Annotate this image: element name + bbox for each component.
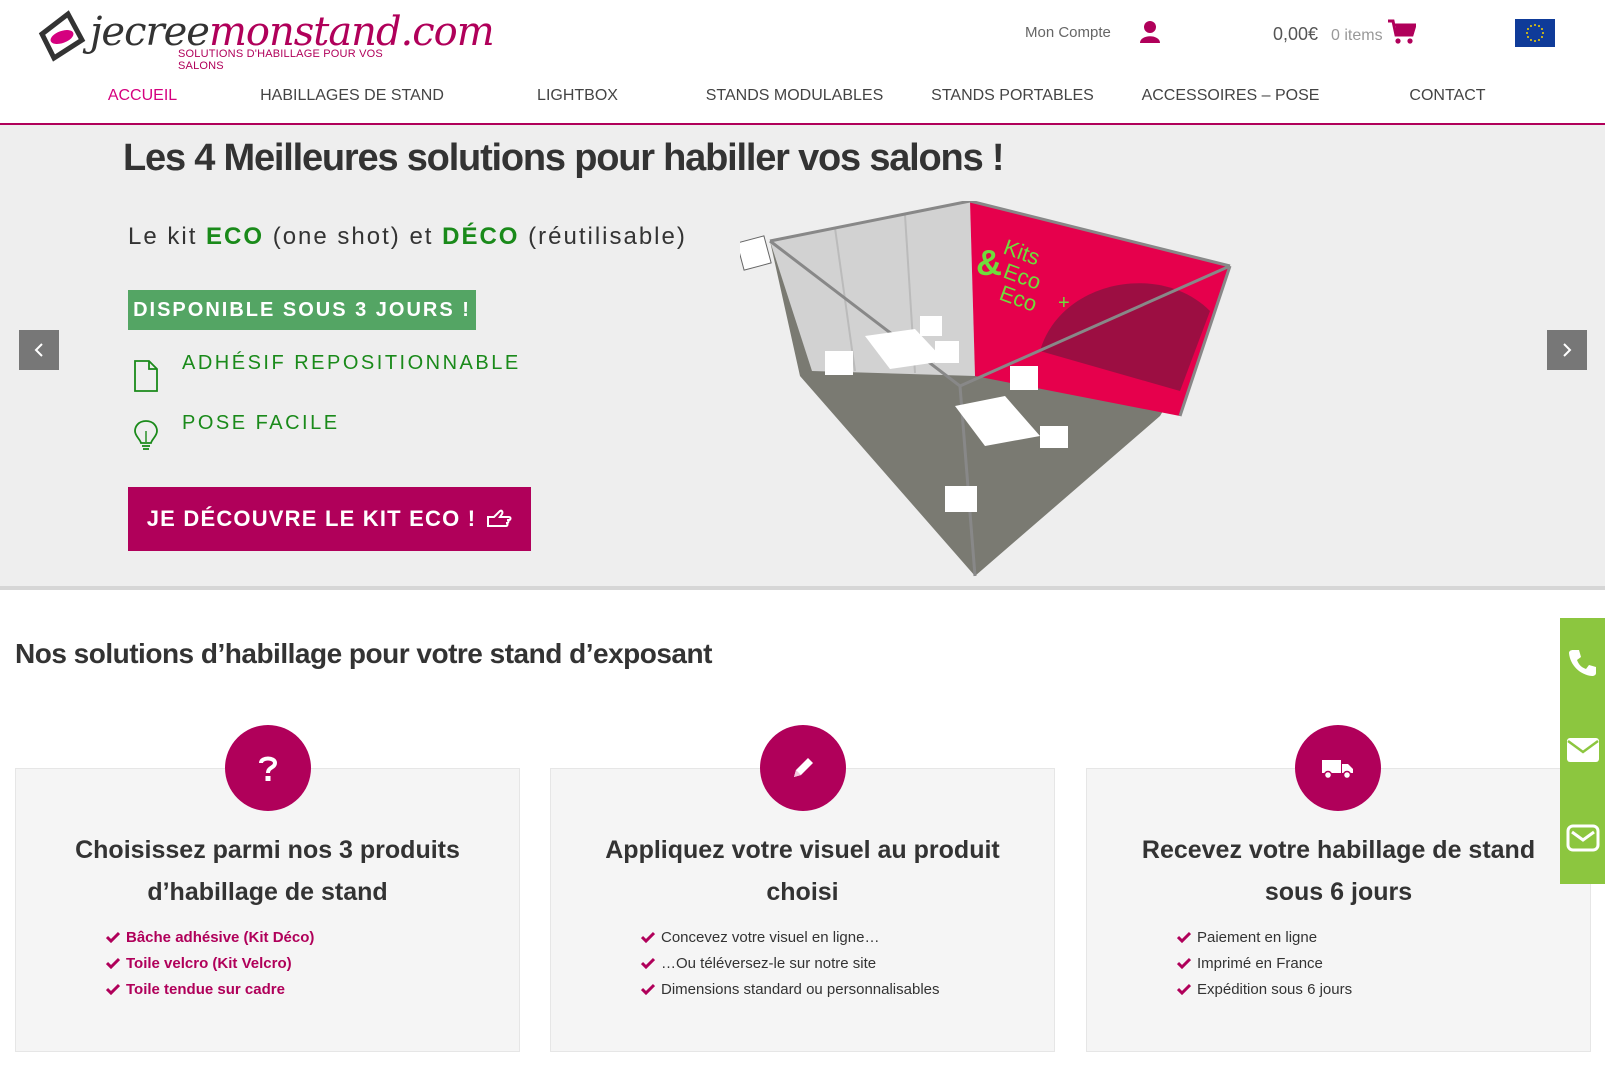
site-logo[interactable]: jecreemonstand.com SOLUTIONS D'HABILLAGE… [38, 8, 495, 72]
account-link[interactable]: Mon Compte [1025, 24, 1111, 41]
eu-flag-icon[interactable] [1515, 19, 1555, 47]
kit-line-part1: Le kit [128, 223, 207, 250]
email-button[interactable] [1560, 706, 1605, 794]
contact-side-bar [1560, 618, 1605, 884]
hero-kit-line: Le kit ECO (one shot) et DÉCO (réutilisa… [128, 223, 687, 251]
list-item-label[interactable]: Toile velcro (Kit Velcro) [126, 951, 292, 977]
check-icon [106, 983, 120, 995]
cart-icon[interactable] [1388, 19, 1416, 45]
stand-illustration: Kits Eco Eco & + [740, 201, 1232, 577]
phone-button[interactable] [1560, 618, 1605, 706]
check-icon [106, 957, 120, 969]
list-item-label: …Ou téléversez-le sur notre site [661, 955, 877, 972]
pencil-icon [794, 758, 813, 777]
check-icon [106, 931, 120, 943]
pencil-circle [760, 725, 846, 811]
nav-item-accessoires[interactable]: ACCESSOIRES – POSE [1123, 70, 1338, 122]
list-item-label: Dimensions standard ou personnalisables [661, 981, 940, 998]
feature-pose: POSE FACILE [182, 412, 340, 434]
question-icon [259, 756, 278, 781]
slider-next-button[interactable] [1547, 330, 1587, 370]
envelope-outline-icon [1566, 824, 1599, 852]
kit-eco-label: ECO [206, 223, 265, 250]
check-icon [641, 983, 655, 995]
truck-circle [1295, 725, 1381, 811]
kit-line-part3: (réutilisable) [519, 223, 687, 250]
wall-text-amp: & [976, 242, 1002, 283]
cart-items-count[interactable]: 0 items [1331, 27, 1383, 45]
check-icon [641, 931, 655, 943]
list-item-label: Concevez votre visuel en ligne… [661, 929, 880, 946]
chevron-left-icon [34, 343, 43, 357]
hero-title: Les 4 Meilleures solutions pour habiller… [123, 137, 1005, 179]
hand-pointer-icon [487, 509, 512, 527]
list-item-label: Imprimé en France [1197, 955, 1323, 972]
check-icon [641, 957, 655, 969]
feature-adhesif: ADHÉSIF REPOSITIONNABLE [182, 352, 521, 374]
logo-mark-icon [38, 10, 86, 62]
question-circle [225, 725, 311, 811]
user-icon[interactable] [1140, 20, 1160, 44]
lightbulb-icon [134, 420, 158, 450]
kit-deco-label: DÉCO [442, 223, 520, 250]
envelope-icon [1566, 738, 1599, 762]
availability-badge: DISPONIBLE SOUS 3 JOURS ! [128, 290, 476, 330]
solutions-title: Nos solutions d’habillage pour votre sta… [15, 638, 712, 669]
list-item-label: Paiement en ligne [1197, 929, 1318, 946]
phone-icon [1568, 650, 1596, 676]
nav-item-habillages[interactable]: HABILLAGES DE STAND [252, 70, 452, 122]
card-title: Recevez votre habillage de stand sous 6 … [1141, 836, 1536, 906]
nav-item-contact[interactable]: CONTACT [1340, 70, 1555, 122]
card-title: Appliquez votre visuel au produit choisi [605, 836, 1000, 906]
check-icon [1177, 957, 1191, 969]
nav-item-accueil[interactable]: ACCUEIL [35, 70, 250, 122]
slider-prev-button[interactable] [19, 330, 59, 370]
wall-text-plus: + [1058, 292, 1070, 314]
newsletter-button[interactable] [1560, 794, 1605, 882]
chevron-right-icon [1563, 343, 1572, 357]
cart-total[interactable]: 0,00€ [1273, 24, 1318, 45]
logo-tagline: SOLUTIONS D'HABILLAGE POUR VOS SALONS [178, 48, 383, 72]
document-icon [134, 360, 158, 392]
list-item-label[interactable]: Bâche adhésive (Kit Déco) [126, 925, 314, 951]
check-icon [1177, 983, 1191, 995]
card-title: Choisissez parmi nos 3 produits d’habill… [75, 836, 460, 906]
list-item-label[interactable]: Toile tendue sur cadre [126, 977, 285, 1003]
nav-item-stands-modulables[interactable]: STANDS MODULABLES [687, 70, 902, 122]
nav-item-stands-portables[interactable]: STANDS PORTABLES [905, 70, 1120, 122]
main-nav: ACCUEIL HABILLAGES DE STAND LIGHTBOX STA… [20, 70, 1486, 122]
truck-icon [1322, 760, 1353, 780]
cta-label: JE DÉCOUVRE LE KIT ECO ! [146, 506, 477, 531]
hero-slider: Les 4 Meilleures solutions pour habiller… [0, 125, 1605, 590]
list-item-label: Expédition sous 6 jours [1197, 981, 1353, 998]
check-icon [1177, 931, 1191, 943]
discover-kit-eco-button[interactable]: JE DÉCOUVRE LE KIT ECO ! [128, 487, 531, 551]
kit-line-part2: (one shot) et [264, 223, 443, 250]
nav-item-lightbox[interactable]: LIGHTBOX [470, 70, 685, 122]
